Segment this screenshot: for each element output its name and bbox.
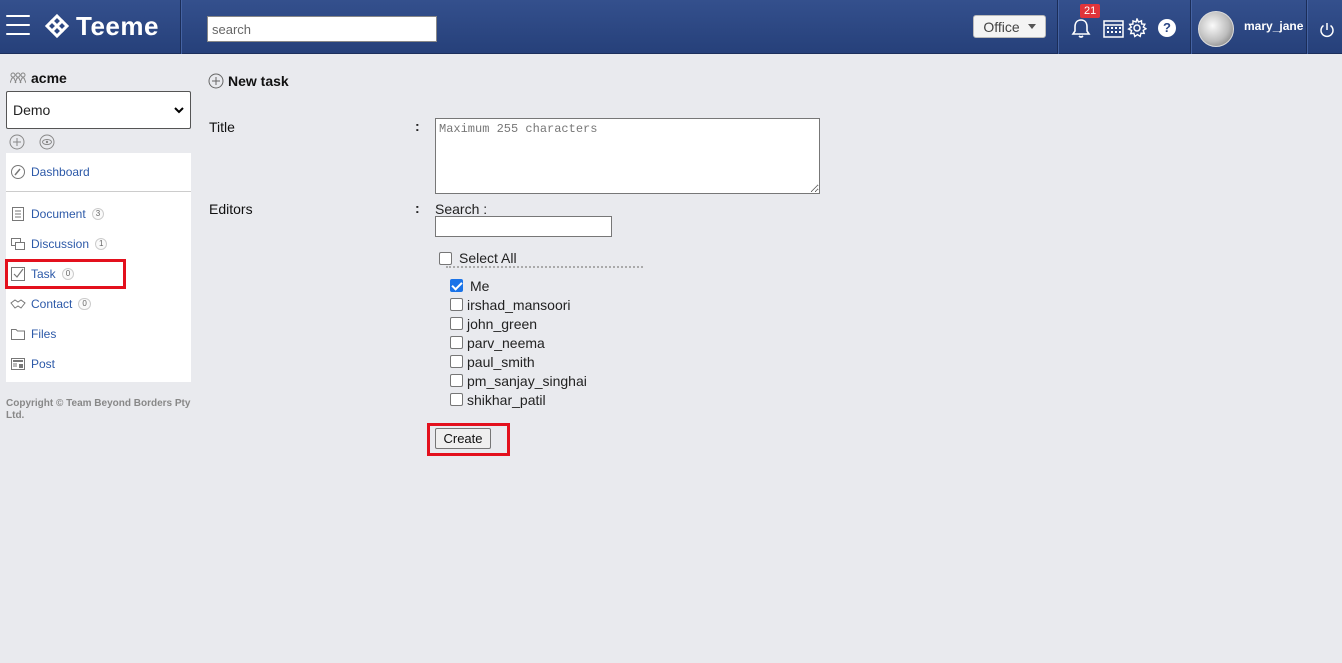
title-colon: : bbox=[415, 118, 420, 134]
editor-search-label: Search : bbox=[435, 201, 488, 217]
select-all-checkbox[interactable] bbox=[439, 251, 452, 265]
add-circle-icon bbox=[208, 73, 224, 89]
editors-label: Editors bbox=[209, 201, 253, 217]
item-count-badge: 0 bbox=[78, 298, 91, 310]
org-name: acme bbox=[31, 70, 67, 86]
editor-row[interactable]: paul_smith bbox=[450, 352, 587, 371]
sidebar-item-label: Files bbox=[31, 327, 57, 341]
editor-row[interactable]: john_green bbox=[450, 314, 587, 333]
editor-search-input[interactable] bbox=[435, 216, 612, 237]
editor-name: pm_sanjay_singhai bbox=[467, 372, 587, 389]
teeme-logo-icon bbox=[44, 13, 70, 39]
dotted-divider bbox=[446, 266, 643, 268]
editor-name: shikhar_patil bbox=[467, 391, 546, 408]
editor-row[interactable]: irshad_mansoori bbox=[450, 295, 587, 314]
top-header: Teeme Office 21 ? mary_jane bbox=[0, 0, 1342, 54]
highlight-box-create bbox=[427, 423, 510, 456]
editor-list: Me irshad_mansoori john_green parv_neema… bbox=[450, 276, 587, 409]
sidebar-item-label: Post bbox=[31, 357, 56, 371]
copyright-text: Copyright © Team Beyond Borders Pty Ltd. bbox=[6, 398, 191, 421]
header-divider bbox=[1190, 0, 1191, 54]
dashboard-icon bbox=[11, 165, 25, 179]
sidebar-item-label: Dashboard bbox=[31, 165, 90, 179]
sidebar-item-document[interactable]: Document 3 bbox=[10, 206, 105, 222]
page-title: New task bbox=[208, 73, 289, 89]
app-name: Teeme bbox=[76, 10, 159, 41]
editor-name: parv_neema bbox=[467, 334, 545, 351]
header-divider bbox=[1306, 0, 1307, 54]
bell-icon[interactable] bbox=[1070, 17, 1092, 39]
notification-badge: 21 bbox=[1080, 4, 1101, 18]
nav-divider bbox=[6, 191, 191, 192]
add-circle-icon[interactable] bbox=[9, 134, 25, 150]
handshake-icon bbox=[10, 299, 26, 309]
editor-name: Me bbox=[470, 277, 490, 294]
editor-row[interactable]: shikhar_patil bbox=[450, 390, 587, 409]
calendar-icon[interactable] bbox=[1103, 18, 1124, 38]
sidebar-item-label: Discussion bbox=[31, 237, 90, 251]
editor-checkbox[interactable] bbox=[450, 393, 463, 406]
search-input[interactable] bbox=[207, 16, 437, 42]
workspace-selected: Demo bbox=[13, 102, 51, 118]
org-header: acme bbox=[10, 70, 67, 86]
app-logo[interactable]: Teeme bbox=[44, 11, 159, 41]
header-divider bbox=[180, 0, 181, 54]
people-icon bbox=[10, 72, 26, 84]
sidebar-item-dashboard[interactable]: Dashboard bbox=[10, 164, 90, 180]
gear-icon[interactable] bbox=[1127, 18, 1147, 38]
office-label: Office bbox=[983, 18, 1020, 35]
highlight-box-task bbox=[5, 259, 126, 289]
sidebar-item-label: Document bbox=[31, 207, 86, 221]
select-all-label: Select All bbox=[459, 250, 517, 266]
sidebar-item-contact[interactable]: Contact 0 bbox=[10, 296, 91, 312]
discussion-icon bbox=[11, 238, 25, 250]
editor-name: irshad_mansoori bbox=[467, 296, 571, 313]
username[interactable]: mary_jane bbox=[1244, 19, 1303, 33]
item-count-badge: 1 bbox=[95, 238, 108, 250]
help-icon[interactable]: ? bbox=[1158, 19, 1176, 37]
header-divider bbox=[1057, 0, 1058, 54]
workspace-tools bbox=[9, 134, 55, 150]
eye-icon[interactable] bbox=[39, 134, 55, 150]
editor-checkbox[interactable] bbox=[450, 336, 463, 349]
chevron-down-icon bbox=[174, 106, 184, 113]
editor-checkbox[interactable] bbox=[450, 317, 463, 330]
editor-row[interactable]: pm_sanjay_singhai bbox=[450, 371, 587, 390]
menu-icon[interactable] bbox=[6, 15, 30, 37]
editor-checkbox[interactable] bbox=[450, 374, 463, 387]
editor-checkbox[interactable] bbox=[450, 298, 463, 311]
editor-name: john_green bbox=[467, 315, 538, 332]
sidebar-item-label: Contact bbox=[31, 297, 73, 311]
workspace-select[interactable]: Demo bbox=[6, 91, 191, 129]
editor-checkbox[interactable] bbox=[450, 355, 463, 368]
avatar[interactable] bbox=[1198, 11, 1234, 47]
title-textarea[interactable] bbox=[435, 118, 820, 194]
caret-down-icon bbox=[1027, 24, 1036, 29]
page-title-text: New task bbox=[228, 73, 289, 89]
sidebar-item-post[interactable]: Post bbox=[10, 356, 55, 372]
office-dropdown[interactable]: Office bbox=[973, 15, 1046, 38]
sidebar-item-discussion[interactable]: Discussion 1 bbox=[10, 236, 108, 252]
editors-colon: : bbox=[415, 200, 420, 216]
editor-row-me[interactable]: Me bbox=[450, 276, 587, 295]
power-icon[interactable] bbox=[1319, 22, 1335, 38]
post-icon bbox=[11, 358, 25, 370]
sidebar-item-files[interactable]: Files bbox=[10, 326, 56, 342]
item-count-badge: 3 bbox=[91, 208, 105, 220]
editor-checkbox[interactable] bbox=[450, 279, 463, 292]
select-all-row[interactable]: Select All bbox=[439, 250, 517, 266]
document-icon bbox=[12, 207, 24, 221]
editor-row[interactable]: parv_neema bbox=[450, 333, 587, 352]
editor-name: paul_smith bbox=[467, 353, 535, 370]
title-label: Title bbox=[209, 119, 235, 135]
folder-icon bbox=[11, 329, 25, 340]
